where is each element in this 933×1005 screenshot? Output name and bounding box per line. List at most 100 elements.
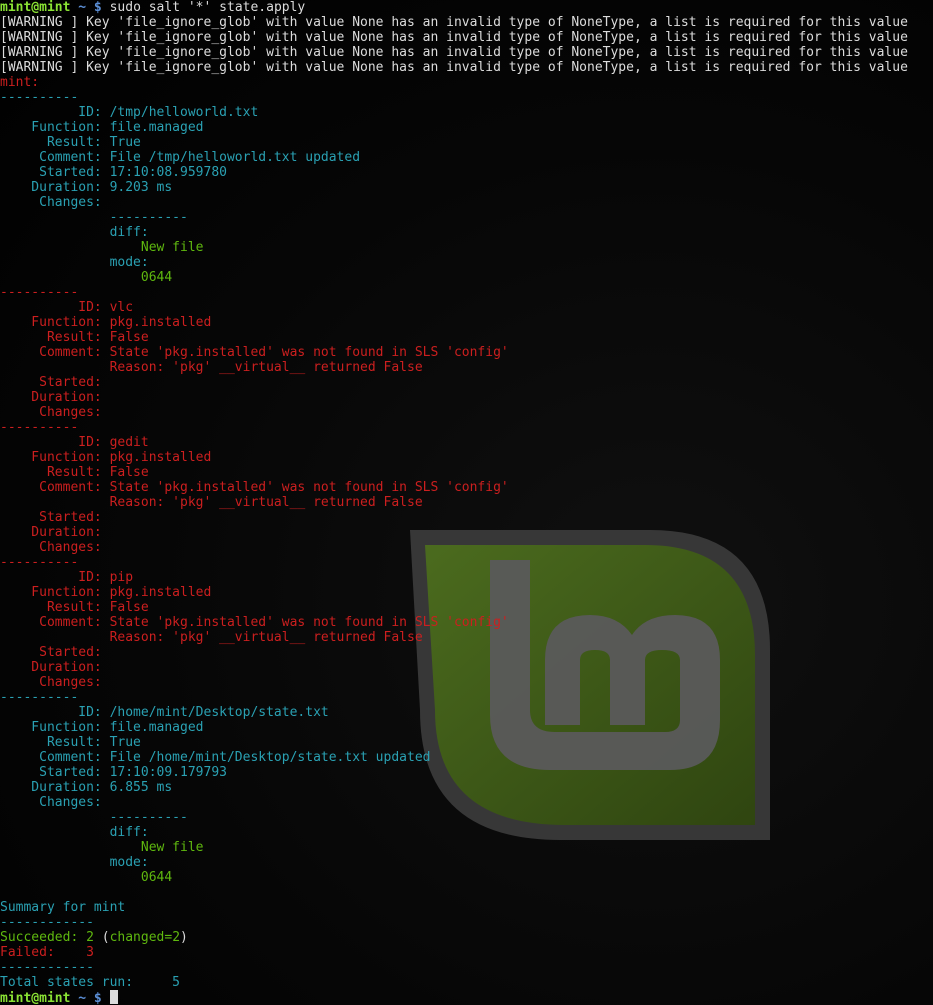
command-line: mint@mint ~ $ sudo salt '*' state.apply [0, 0, 933, 15]
line-text: Duration: [0, 660, 102, 675]
output-line: Duration: [0, 390, 933, 405]
output-line: ---------- [0, 690, 933, 705]
output-line: [WARNING ] Key 'file_ignore_glob' with v… [0, 30, 933, 45]
line-text: ---------- [0, 420, 79, 435]
output-line: ---------- [0, 210, 933, 225]
line-text: Comment: State 'pkg.installed' was not f… [0, 615, 509, 630]
line-text: Summary for mint [0, 900, 126, 915]
output-line: Duration: [0, 525, 933, 540]
output-line: ---------- [0, 90, 933, 105]
line-text: diff: [0, 225, 149, 240]
line-text: Comment: File /tmp/helloworld.txt update… [0, 150, 361, 165]
line-text: 0644 [0, 270, 173, 285]
output-line: Duration: 6.855 ms [0, 780, 933, 795]
output-line: [WARNING ] Key 'file_ignore_glob' with v… [0, 45, 933, 60]
prompt-user: mint@mint [0, 0, 71, 15]
output-line: Succeeded: 2 (changed=2) [0, 930, 933, 945]
line-text: ID: /home/mint/Desktop/state.txt [0, 705, 329, 720]
output-line: Changes: [0, 540, 933, 555]
output-line: diff: [0, 825, 933, 840]
output-line: Failed: 3 [0, 945, 933, 960]
output-line: Comment: File /home/mint/Desktop/state.t… [0, 750, 933, 765]
line-text: Function: pkg.installed [0, 315, 212, 330]
output-line: Started: [0, 645, 933, 660]
line-text: Function: pkg.installed [0, 585, 212, 600]
line-text: ID: /tmp/helloworld.txt [0, 105, 259, 120]
line-text: Duration: [0, 525, 102, 540]
line-text: Started: 17:10:09.179793 [0, 765, 227, 780]
output-line: Reason: 'pkg' __virtual__ returned False [0, 630, 933, 645]
terminal-output[interactable]: mint@mint ~ $ sudo salt '*' state.apply … [0, 0, 933, 1005]
line-text: Result: True [0, 735, 141, 750]
prompt-line[interactable]: mint@mint ~ $ [0, 990, 933, 1005]
output-line: ---------- [0, 420, 933, 435]
output-line: Changes: [0, 675, 933, 690]
output-line: Result: False [0, 600, 933, 615]
line-text: mint: [0, 75, 40, 90]
line-text: ---------- [0, 285, 79, 300]
line-text: Started: 17:10:08.959780 [0, 165, 227, 180]
line-text: [WARNING ] Key 'file_ignore_glob' with v… [0, 15, 908, 30]
output-line: Duration: 9.203 ms [0, 180, 933, 195]
line-text: [WARNING ] Key 'file_ignore_glob' with v… [0, 30, 908, 45]
output-line: ---------- [0, 555, 933, 570]
output-line: Result: False [0, 465, 933, 480]
line-text: Started: [0, 510, 102, 525]
line-text: Function: file.managed [0, 720, 204, 735]
output-line: ID: /home/mint/Desktop/state.txt [0, 705, 933, 720]
line-text: 0644 [0, 870, 173, 885]
line-text: Duration: 9.203 ms [0, 180, 173, 195]
output-line: Changes: [0, 795, 933, 810]
output-line: ---------- [0, 285, 933, 300]
line-text: ------------ [0, 915, 94, 930]
line-segment: ( [93, 930, 110, 945]
line-text: Reason: 'pkg' __virtual__ returned False [0, 495, 423, 510]
prompt-dir: ~ $ [70, 0, 102, 15]
output-line: Reason: 'pkg' __virtual__ returned False [0, 495, 933, 510]
command-text: sudo salt '*' state.apply [101, 0, 306, 15]
line-text: ---------- [0, 690, 79, 705]
line-text: Function: file.managed [0, 120, 204, 135]
line-text: [WARNING ] Key 'file_ignore_glob' with v… [0, 45, 908, 60]
line-text: Comment: State 'pkg.installed' was not f… [0, 480, 509, 495]
line-text: Changes: [0, 540, 102, 555]
line-text: Reason: 'pkg' __virtual__ returned False [0, 360, 423, 375]
line-text: mode: [0, 855, 149, 870]
output-line: [WARNING ] Key 'file_ignore_glob' with v… [0, 15, 933, 30]
line-text: Result: False [0, 330, 149, 345]
output-line: Started: 17:10:09.179793 [0, 765, 933, 780]
output-line: Summary for mint [0, 900, 933, 915]
line-text: Comment: State 'pkg.installed' was not f… [0, 345, 509, 360]
output-line: New file [0, 240, 933, 255]
line-text: Reason: 'pkg' __virtual__ returned False [0, 630, 423, 645]
output-line: Function: pkg.installed [0, 585, 933, 600]
line-text: ID: gedit [0, 435, 149, 450]
line-text: Comment: File /home/mint/Desktop/state.t… [0, 750, 431, 765]
output-line: Result: False [0, 330, 933, 345]
line-text: Result: False [0, 465, 149, 480]
output-line: Reason: 'pkg' __virtual__ returned False [0, 360, 933, 375]
output-line: ID: /tmp/helloworld.txt [0, 105, 933, 120]
line-text: ID: pip [0, 570, 134, 585]
block-cursor-icon [109, 990, 118, 1004]
output-line: diff: [0, 225, 933, 240]
line-text: ---------- [0, 210, 188, 225]
output-line: Function: file.managed [0, 720, 933, 735]
line-text: ---------- [0, 810, 188, 825]
output-line: Result: True [0, 735, 933, 750]
line-segment: changed=2 [109, 930, 181, 945]
line-text: Result: True [0, 135, 141, 150]
output-line: [WARNING ] Key 'file_ignore_glob' with v… [0, 60, 933, 75]
line-text: ------------ [0, 960, 94, 975]
output-line: mode: [0, 255, 933, 270]
output-line: 0644 [0, 870, 933, 885]
output-line: ------------ [0, 915, 933, 930]
output-line: Function: file.managed [0, 120, 933, 135]
output-line: Comment: File /tmp/helloworld.txt update… [0, 150, 933, 165]
output-line: Comment: State 'pkg.installed' was not f… [0, 615, 933, 630]
line-text: Total states run: 5 [0, 975, 181, 990]
output-line: Duration: [0, 660, 933, 675]
output-line: mode: [0, 855, 933, 870]
output-line: Started: [0, 510, 933, 525]
